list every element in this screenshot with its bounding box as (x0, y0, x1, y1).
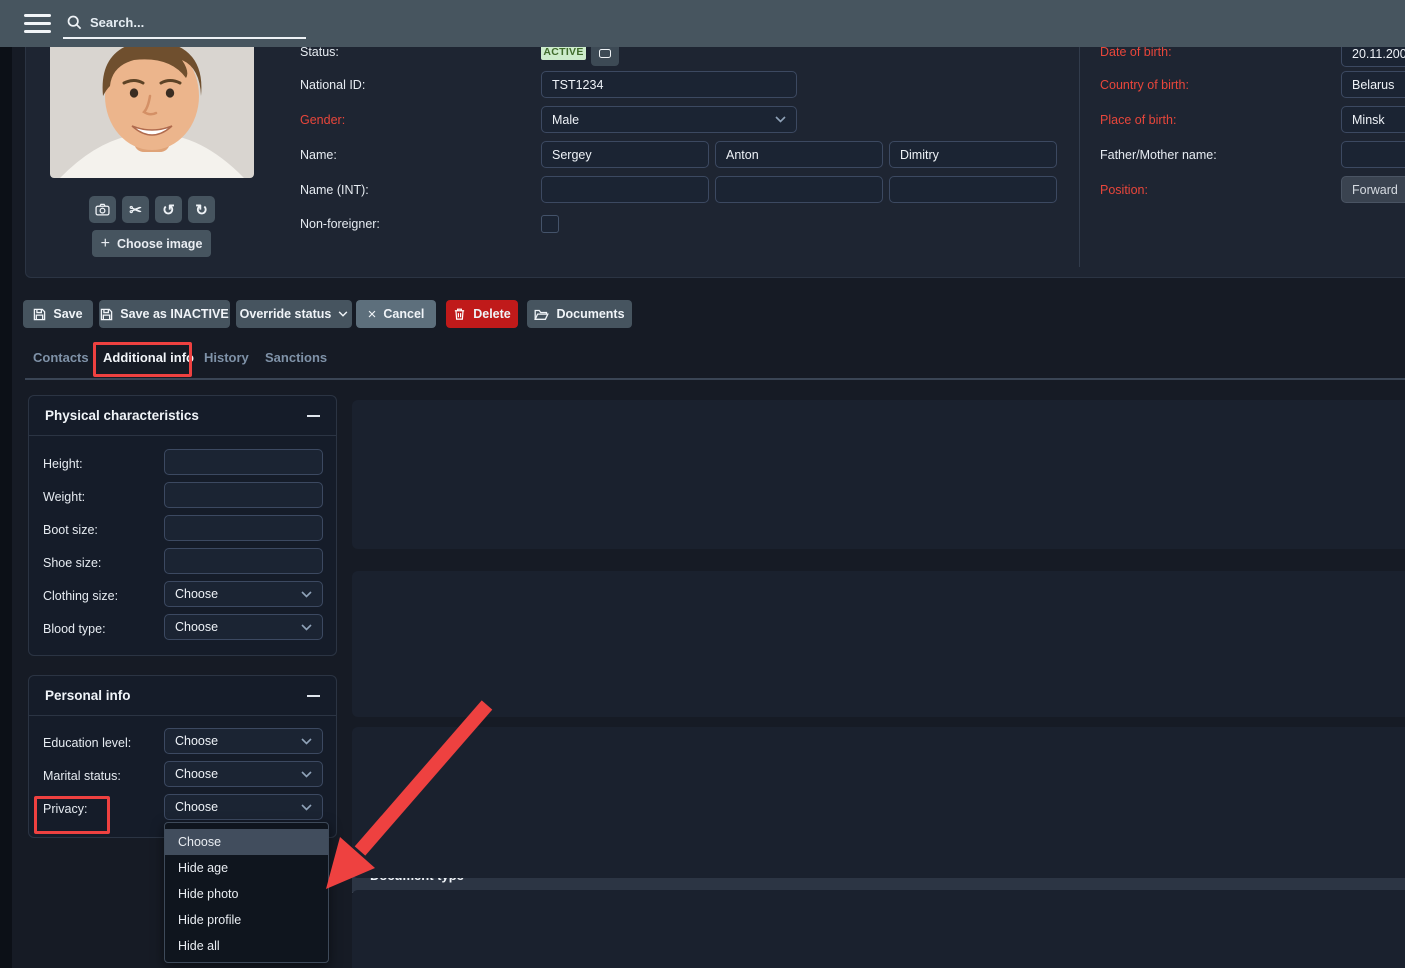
father-mother-input[interactable] (1341, 141, 1405, 168)
name-label: Name: (300, 148, 337, 162)
weight-input[interactable] (164, 482, 323, 508)
boot-size-label: Boot size: (43, 523, 98, 537)
cancel-button[interactable]: × Cancel (356, 300, 436, 328)
privacy-dropdown-menu: Choose Hide age Hide photo Hide profile … (164, 822, 329, 963)
personal-panel-header: Personal info (29, 676, 336, 716)
dropdown-option-hide-profile[interactable]: Hide profile (165, 907, 328, 933)
identification-documents-section: Identification documents Document type P… (352, 400, 1405, 549)
name-int-last-input[interactable] (889, 176, 1057, 203)
dropdown-option-hide-all[interactable]: Hide all (165, 933, 328, 959)
topbar: Search... (0, 0, 1405, 47)
documents-button[interactable]: Documents (527, 300, 632, 328)
save-button[interactable]: Save (23, 300, 93, 328)
chevron-down-icon (301, 591, 312, 598)
position-input[interactable]: Forward (1341, 176, 1405, 203)
chevron-down-icon (338, 311, 348, 317)
country-of-birth-label: Country of birth: (1100, 78, 1189, 92)
choose-image-button[interactable]: + Choose image (92, 230, 211, 257)
titles-section: Titles Title type Forward (352, 571, 1405, 717)
folder-open-icon (534, 308, 549, 321)
shoe-size-label: Shoe size: (43, 556, 101, 570)
override-status-button[interactable]: Override status (236, 300, 352, 328)
name-int-first-input[interactable] (541, 176, 709, 203)
height-label: Height: (43, 457, 83, 471)
rotate-left-icon[interactable]: ↺ (155, 196, 182, 223)
boot-size-input[interactable] (164, 515, 323, 541)
education-level-select[interactable]: Choose (164, 728, 323, 754)
gender-select[interactable]: Male (541, 106, 797, 133)
privacy-select[interactable]: Choose (164, 794, 323, 820)
languages-section: Languages Language (352, 890, 1405, 968)
camera-icon[interactable] (89, 196, 116, 223)
form-divider (1079, 47, 1080, 267)
collapse-icon[interactable] (307, 415, 320, 417)
hamburger-menu-icon[interactable] (24, 14, 51, 33)
shoe-size-input[interactable] (164, 548, 323, 574)
tab-contacts[interactable]: Contacts (33, 350, 89, 365)
dropdown-option-hide-photo[interactable]: Hide photo (165, 881, 328, 907)
chevron-down-icon (301, 804, 312, 811)
non-foreigner-label: Non-foreigner: (300, 217, 380, 231)
collapsed-sidebar-strip (0, 47, 12, 968)
tab-sanctions[interactable]: Sanctions (265, 350, 327, 365)
save-as-inactive-button[interactable]: Save as INACTIVE (99, 300, 230, 328)
place-of-birth-label: Place of birth: (1100, 113, 1176, 127)
name-int-label: Name (INT): (300, 183, 369, 197)
marital-status-select[interactable]: Choose (164, 761, 323, 787)
chevron-down-icon (301, 624, 312, 631)
licences-section: Licences Licence type No data found. (352, 727, 1405, 878)
name-middle-input[interactable]: Anton (715, 141, 883, 168)
crop-scissors-icon[interactable]: ✂ (122, 196, 149, 223)
dropdown-option-hide-age[interactable]: Hide age (165, 855, 328, 881)
non-foreigner-checkbox[interactable] (541, 215, 559, 233)
collapse-icon[interactable] (307, 695, 320, 697)
marital-status-label: Marital status: (43, 769, 121, 783)
tabs-underline (25, 378, 1405, 380)
rotate-right-icon[interactable]: ↻ (188, 196, 215, 223)
card-icon (599, 49, 611, 58)
name-last-input[interactable]: Dimitry (889, 141, 1057, 168)
save-icon (100, 308, 113, 321)
app-window: ✂ ↺ ↻ + Choose image Status: National ID… (0, 0, 1405, 968)
search-icon (67, 15, 82, 30)
dropdown-option-choose[interactable]: Choose (165, 829, 328, 855)
country-of-birth-input[interactable]: Belarus (1341, 71, 1405, 98)
clothing-size-select[interactable]: Choose (164, 581, 323, 607)
weight-label: Weight: (43, 490, 85, 504)
height-input[interactable] (164, 449, 323, 475)
physical-panel-header: Physical characteristics (29, 396, 336, 436)
delete-button[interactable]: Delete (446, 300, 518, 328)
position-label: Position: (1100, 183, 1148, 197)
father-mother-label: Father/Mother name: (1100, 148, 1217, 162)
chevron-down-icon (301, 738, 312, 745)
tab-history[interactable]: History (204, 350, 249, 365)
status-label: Status: (300, 45, 339, 59)
blood-type-select[interactable]: Choose (164, 614, 323, 640)
national-id-input[interactable]: TST1234 (541, 71, 797, 98)
privacy-label: Privacy: (43, 802, 87, 816)
national-id-label: National ID: (300, 78, 365, 92)
chevron-down-icon (775, 116, 786, 123)
name-int-middle-input[interactable] (715, 176, 883, 203)
chevron-down-icon (301, 771, 312, 778)
place-of-birth-input[interactable]: Minsk (1341, 106, 1405, 133)
close-icon: × (368, 306, 377, 323)
blood-type-label: Blood type: (43, 622, 106, 636)
plus-icon: + (101, 235, 110, 253)
name-first-input[interactable]: Sergey (541, 141, 709, 168)
tab-additional-info[interactable]: Additional info (103, 350, 194, 365)
education-level-label: Education level: (43, 736, 131, 750)
save-icon (33, 308, 46, 321)
dob-label: Date of birth: (1100, 45, 1172, 59)
search-input[interactable]: Search... (63, 8, 306, 39)
trash-icon (453, 307, 466, 321)
gender-label: Gender: (300, 113, 345, 127)
clothing-size-label: Clothing size: (43, 589, 118, 603)
profile-photo (50, 38, 254, 178)
search-placeholder: Search... (90, 15, 144, 30)
